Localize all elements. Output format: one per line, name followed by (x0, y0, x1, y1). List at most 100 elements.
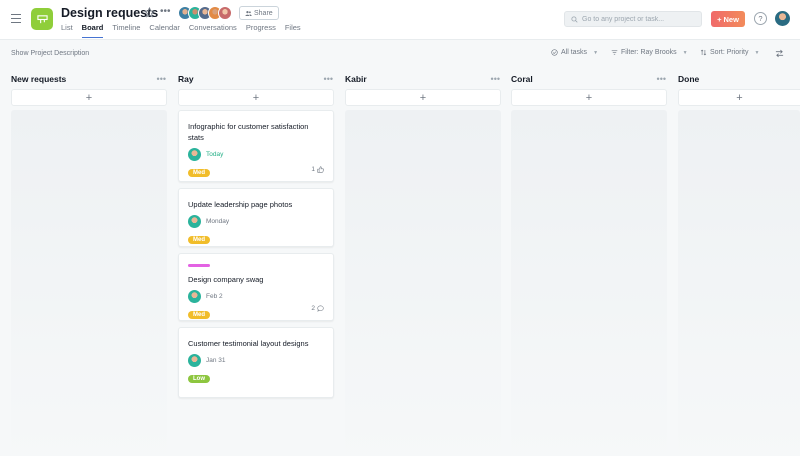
tab-timeline[interactable]: Timeline (112, 23, 140, 38)
assignee-avatar[interactable] (188, 215, 201, 228)
task-meta: Monday (188, 215, 324, 228)
due-date: Monday (206, 218, 230, 225)
task-title: Customer testimonial layout designs (188, 339, 309, 348)
search-input[interactable] (582, 15, 692, 23)
more-options-icon[interactable]: ••• (491, 74, 500, 84)
column-header: Kabir ••• (345, 67, 501, 89)
more-options-icon[interactable]: ••• (657, 74, 666, 84)
column-header: Done (678, 67, 800, 89)
board-toolbar: Show Project Description All tasks ▼ Filt… (0, 41, 800, 67)
column-body (345, 110, 501, 456)
column-body: Infographic for customer satisfaction st… (178, 110, 334, 398)
all-tasks-label: All tasks (561, 49, 588, 56)
people-icon (245, 10, 252, 16)
column-body (511, 110, 667, 456)
likes-count[interactable]: 1 (311, 166, 324, 173)
column-header: Coral ••• (511, 67, 667, 89)
task-card[interactable]: Infographic for customer satisfaction st… (178, 110, 334, 182)
chevron-down-icon: ▼ (593, 49, 599, 56)
more-options-icon[interactable]: ••• (157, 74, 166, 84)
add-task-button[interactable]: + (345, 89, 501, 106)
tab-list[interactable]: List (61, 23, 73, 38)
board-column-new-requests: New requests ••• + (11, 67, 167, 456)
column-body (11, 110, 167, 456)
top-bar: Design requests ••• Share List Board Tim… (0, 0, 800, 40)
task-card[interactable]: Design company swag Feb 2 Med 2 (178, 253, 334, 321)
tab-calendar[interactable]: Calendar (149, 23, 179, 38)
search-bar[interactable] (564, 11, 702, 27)
priority-badge: Med (188, 169, 210, 177)
customize-button[interactable] (775, 49, 784, 58)
check-circle-icon (551, 49, 558, 56)
thumbs-up-icon (317, 166, 324, 173)
project-tabs: List Board Timeline Calendar Conversatio… (61, 23, 301, 38)
board-icon (31, 8, 53, 30)
due-date: Today (206, 151, 224, 158)
tab-progress[interactable]: Progress (246, 23, 276, 38)
project-members[interactable] (178, 6, 232, 20)
filter-dropdown[interactable]: Filter: Ray Brooks ▼ (611, 49, 688, 56)
tab-conversations[interactable]: Conversations (189, 23, 237, 38)
show-description-link[interactable]: Show Project Description (11, 50, 89, 57)
column-header: New requests ••• (11, 67, 167, 89)
more-options-icon[interactable]: ••• (160, 6, 171, 17)
sort-icon (700, 49, 707, 56)
priority-badge: Med (188, 311, 210, 319)
task-meta: Jan 31 (188, 354, 324, 367)
share-label: Share (254, 9, 273, 17)
comments-count[interactable]: 2 (311, 305, 324, 312)
task-card[interactable]: Customer testimonial layout designs Jan … (178, 327, 334, 398)
add-task-button[interactable]: + (11, 89, 167, 106)
plus-icon: + (717, 14, 722, 24)
filter-label: Filter: Ray Brooks (621, 49, 677, 56)
task-meta: Today (188, 148, 324, 161)
like-count: 1 (311, 166, 315, 173)
help-button[interactable]: ? (754, 12, 767, 25)
new-button[interactable]: + New (711, 11, 745, 27)
add-task-button[interactable]: + (678, 89, 800, 106)
chevron-down-icon: ▼ (682, 49, 688, 56)
filter-icon (611, 50, 618, 55)
tab-files[interactable]: Files (285, 23, 301, 38)
assignee-avatar[interactable] (188, 290, 201, 303)
sort-dropdown[interactable]: Sort: Priority ▼ (700, 49, 759, 56)
task-title: Design company swag (188, 275, 264, 284)
priority-badge: Low (188, 375, 210, 383)
avatar (218, 6, 232, 20)
user-avatar[interactable] (775, 11, 790, 26)
task-title: Update leadership page photos (188, 200, 293, 209)
search-icon (571, 15, 578, 23)
assignee-avatar[interactable] (188, 354, 201, 367)
star-icon[interactable] (144, 7, 155, 18)
due-date: Feb 2 (206, 293, 223, 300)
column-title: Coral (511, 74, 533, 84)
tab-board[interactable]: Board (81, 23, 103, 38)
hamburger-icon[interactable] (11, 14, 21, 23)
comment-icon (317, 305, 324, 312)
chevron-down-icon: ▼ (754, 49, 760, 56)
share-button[interactable]: Share (239, 6, 279, 20)
sort-label: Sort: Priority (710, 49, 749, 56)
new-label: New (723, 14, 739, 24)
column-body (678, 110, 800, 456)
add-task-button[interactable]: + (178, 89, 334, 106)
column-title: Ray (178, 74, 194, 84)
column-title: New requests (11, 74, 67, 84)
board-column-kabir: Kabir ••• + (345, 67, 501, 456)
board-column-coral: Coral ••• + (511, 67, 667, 456)
assignee-avatar[interactable] (188, 148, 201, 161)
column-title: Kabir (345, 74, 367, 84)
more-options-icon[interactable]: ••• (324, 74, 333, 84)
color-strip (188, 264, 210, 267)
column-header: Ray ••• (178, 67, 334, 89)
task-card[interactable]: Update leadership page photos Monday Med (178, 188, 334, 247)
swap-arrows-icon (775, 49, 784, 58)
board-column-done: Done + (678, 67, 800, 456)
priority-badge: Med (188, 236, 210, 244)
task-title: Infographic for customer satisfaction st… (188, 122, 309, 142)
task-meta: Feb 2 (188, 290, 324, 303)
add-task-button[interactable]: + (511, 89, 667, 106)
all-tasks-dropdown[interactable]: All tasks ▼ (551, 49, 598, 56)
comment-count: 2 (311, 305, 315, 312)
board-column-ray: Ray ••• + Infographic for customer satis… (178, 67, 334, 398)
